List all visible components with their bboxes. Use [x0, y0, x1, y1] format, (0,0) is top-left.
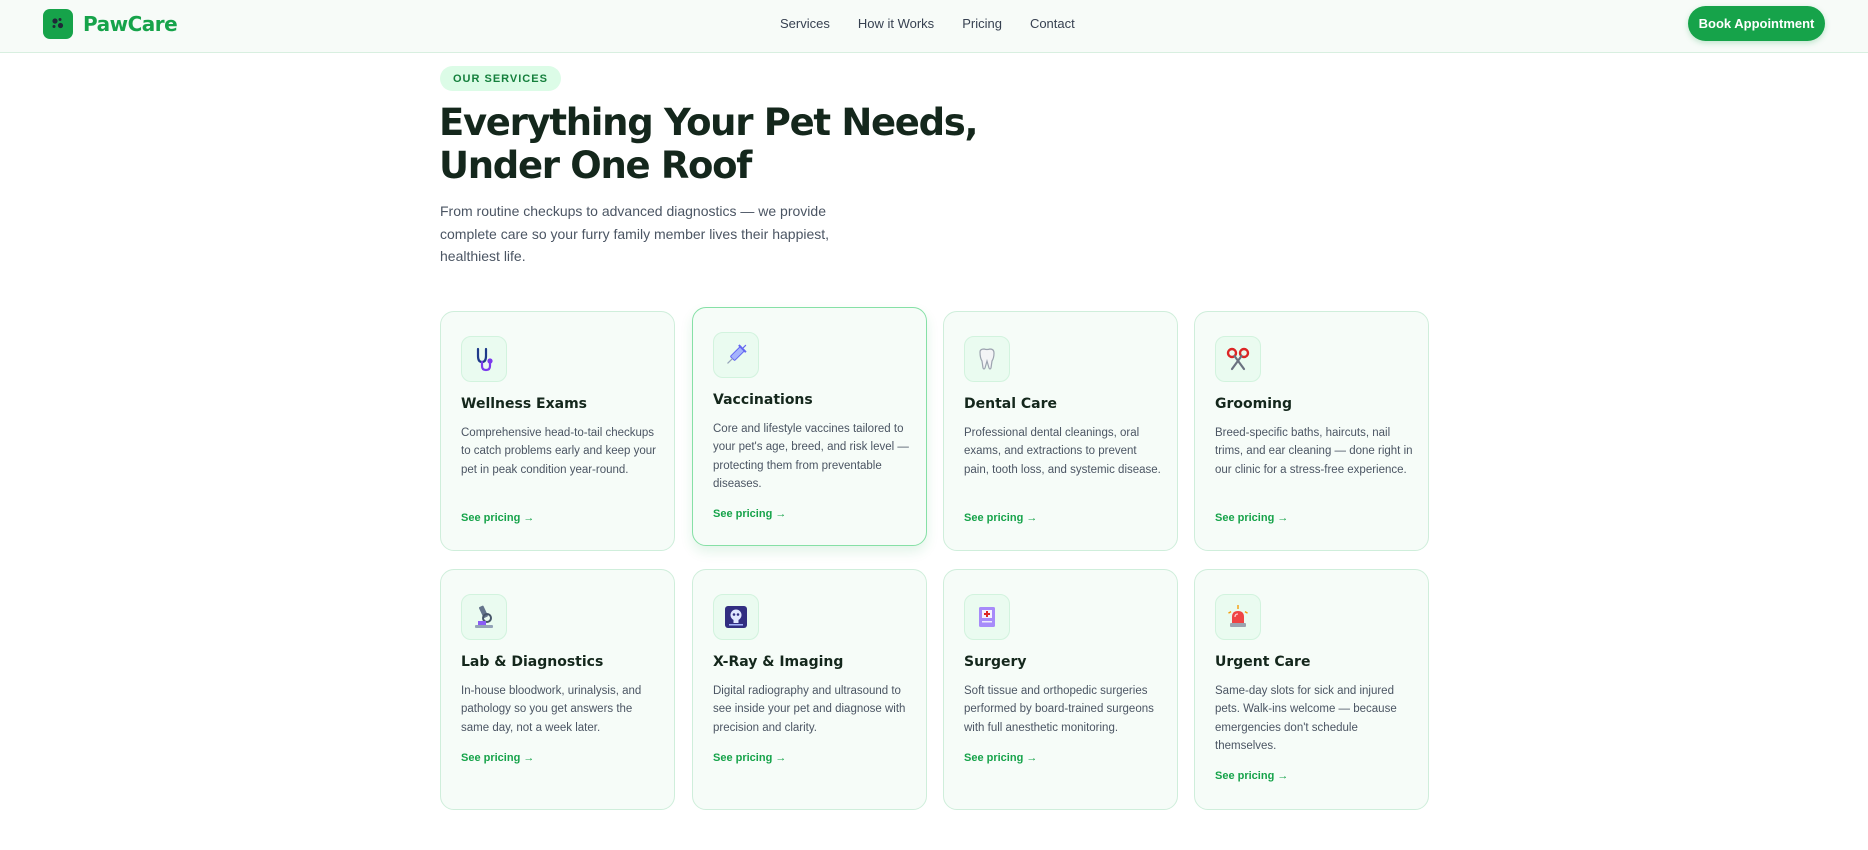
tooth-icon	[964, 336, 1010, 382]
stethoscope-icon	[461, 336, 507, 382]
service-title: X-Ray & Imaging	[713, 654, 844, 670]
service-title: Surgery	[964, 654, 1027, 670]
see-pricing-link[interactable]: See pricing →	[713, 752, 786, 764]
service-card-wellness[interactable]: Wellness Exams Comprehensive head-to-tai…	[440, 311, 675, 551]
service-card-grooming[interactable]: Grooming Breed-specific baths, haircuts,…	[1194, 311, 1429, 551]
service-description: Professional dental cleanings, oral exam…	[964, 427, 1161, 476]
see-pricing-link[interactable]: See pricing →	[713, 508, 786, 520]
service-card-lab[interactable]: Lab & Diagnostics In-house bloodwork, ur…	[440, 569, 675, 810]
paw-icon	[43, 9, 73, 39]
nav-link-services[interactable]: Services	[780, 16, 830, 31]
service-description: Same-day slots for sick and injured pets…	[1215, 685, 1397, 752]
service-card-surgery[interactable]: Surgery Soft tissue and orthopedic surge…	[943, 569, 1178, 810]
brand-name: PawCare	[83, 12, 178, 36]
service-title: Lab & Diagnostics	[461, 654, 604, 670]
nav-link-pricing[interactable]: Pricing	[962, 16, 1002, 31]
service-title: Wellness Exams	[461, 396, 587, 412]
service-card-xray[interactable]: X-Ray & Imaging Digital radiography and …	[692, 569, 927, 810]
service-description: Comprehensive head-to-tail checkups to c…	[461, 427, 656, 476]
syringe-icon	[713, 332, 759, 378]
main-nav: Services How it Works Pricing Contact	[780, 16, 1075, 31]
service-description: Breed-specific baths, haircuts, nail tri…	[1215, 427, 1413, 476]
see-pricing-link[interactable]: See pricing →	[461, 512, 534, 524]
service-description: In-house bloodwork, urinalysis, and path…	[461, 685, 642, 734]
nav-link-how-it-works[interactable]: How it Works	[858, 16, 934, 31]
service-title: Urgent Care	[1215, 654, 1311, 670]
section-eyebrow-badge: OUR SERVICES	[440, 66, 561, 91]
medical-book-icon	[964, 594, 1010, 640]
xray-icon	[713, 594, 759, 640]
page-title: Everything Your Pet Needs, Under One Roo…	[439, 101, 999, 187]
see-pricing-link[interactable]: See pricing →	[461, 752, 534, 764]
service-description: Core and lifestyle vaccines tailored to …	[713, 423, 909, 490]
service-title: Vaccinations	[713, 392, 813, 408]
nav-link-contact[interactable]: Contact	[1030, 16, 1075, 31]
book-appointment-button[interactable]: Book Appointment	[1688, 6, 1825, 41]
service-card-dental[interactable]: Dental Care Professional dental cleaning…	[943, 311, 1178, 551]
see-pricing-link[interactable]: See pricing →	[1215, 512, 1288, 524]
see-pricing-link[interactable]: See pricing →	[1215, 770, 1288, 782]
service-description: Soft tissue and orthopedic surgeries per…	[964, 685, 1154, 734]
microscope-icon	[461, 594, 507, 640]
siren-icon	[1215, 594, 1261, 640]
headline-line-2: Under One Roof	[439, 144, 752, 187]
service-card-vaccinations[interactable]: Vaccinations Core and lifestyle vaccines…	[692, 307, 927, 546]
service-description: Digital radiography and ultrasound to se…	[713, 685, 906, 734]
top-navbar: PawCare Services How it Works Pricing Co…	[0, 0, 1868, 53]
scissors-icon	[1215, 336, 1261, 382]
section-description: From routine checkups to advanced diagno…	[440, 203, 830, 264]
see-pricing-link[interactable]: See pricing →	[964, 512, 1037, 524]
see-pricing-link[interactable]: See pricing →	[964, 752, 1037, 764]
brand-logo[interactable]: PawCare	[43, 9, 178, 39]
headline-line-1: Everything Your Pet Needs,	[439, 101, 979, 144]
service-card-urgent[interactable]: Urgent Care Same-day slots for sick and …	[1194, 569, 1429, 810]
service-title: Dental Care	[964, 396, 1058, 412]
service-title: Grooming	[1215, 396, 1293, 412]
